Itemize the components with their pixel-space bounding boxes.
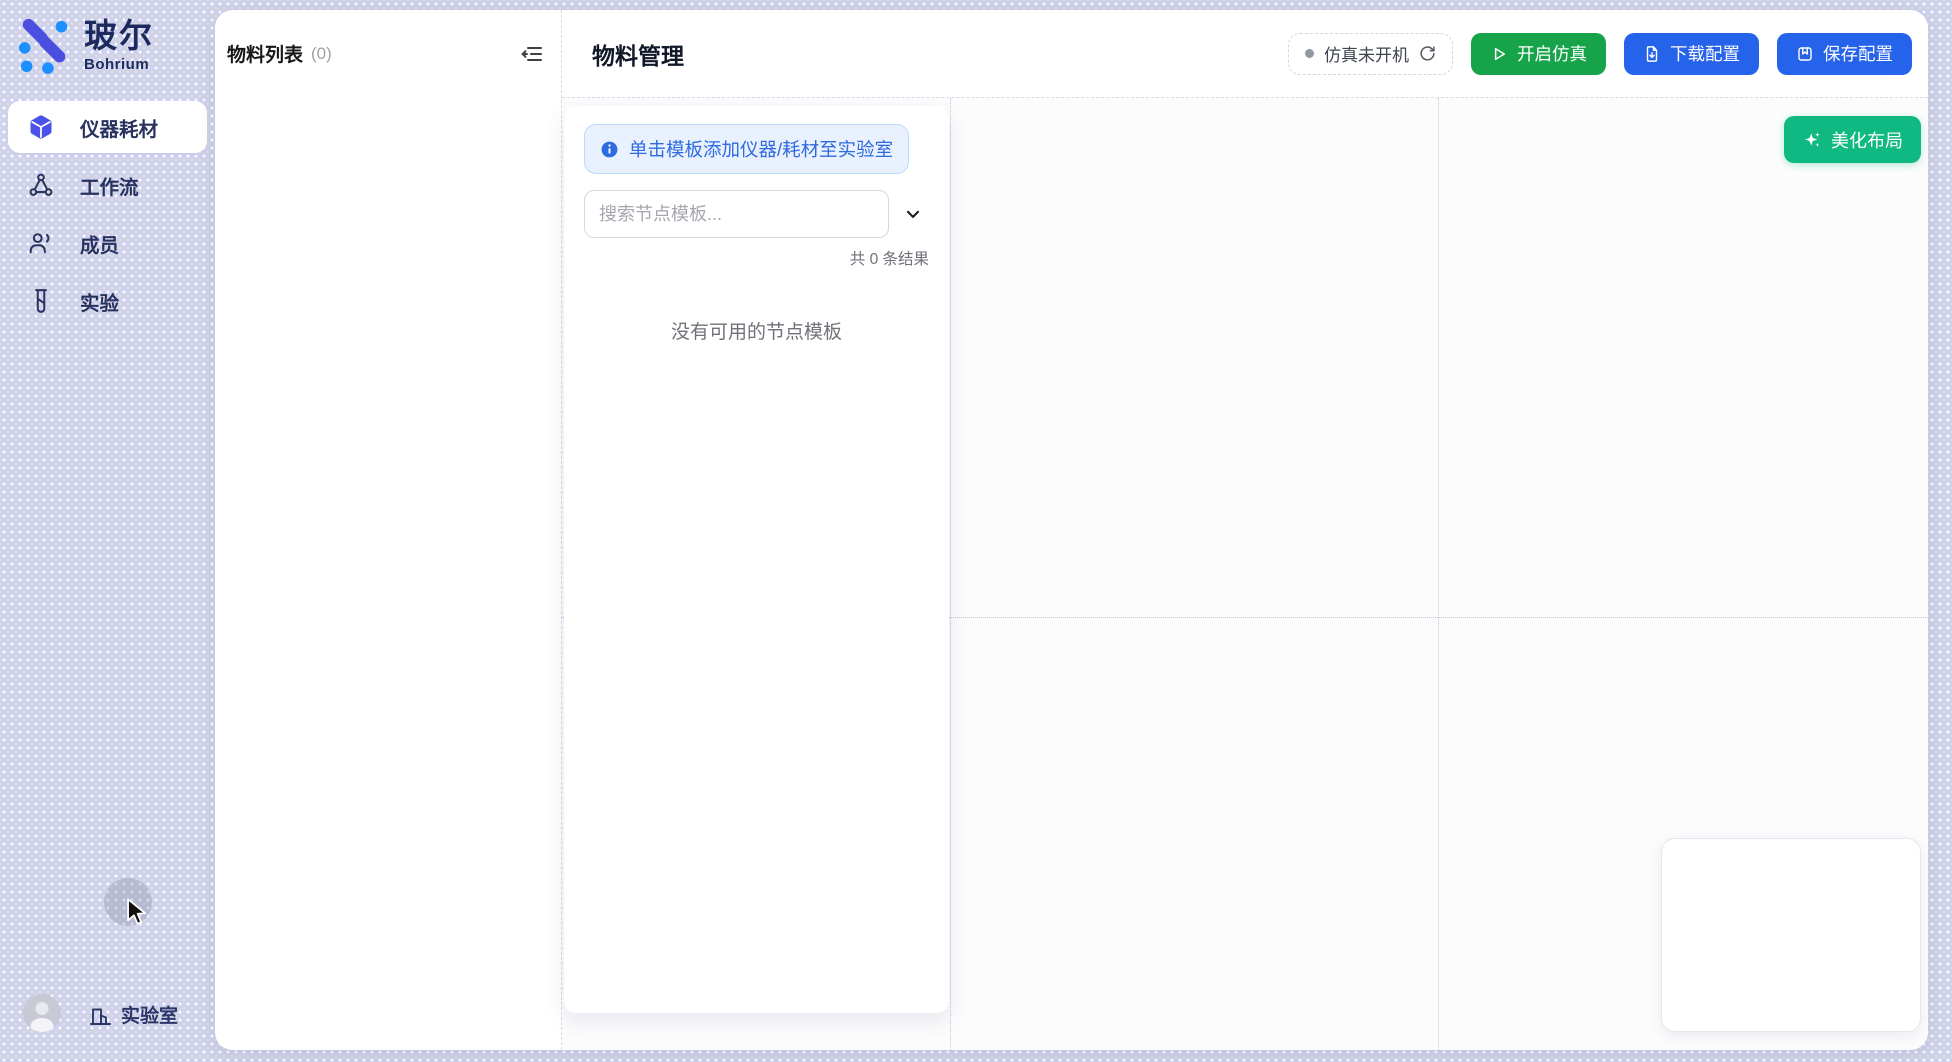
- play-icon: [1490, 45, 1508, 63]
- panel-collapse-button[interactable]: [517, 39, 547, 69]
- save-config-label: 保存配置: [1823, 41, 1893, 66]
- start-simulation-button[interactable]: 开启仿真: [1471, 33, 1606, 75]
- main-area: 物料管理 仿真未开机 开启仿真: [562, 10, 1928, 1050]
- sidebar-footer: 实验室: [0, 992, 215, 1040]
- simulation-status-pill[interactable]: 仿真未开机: [1288, 33, 1453, 75]
- template-result-count: 共 0 条结果: [584, 247, 929, 269]
- workspace-label: 实验室: [121, 1001, 178, 1028]
- template-search-row: [584, 190, 929, 238]
- brand-name-zh: 玻尔: [84, 19, 154, 52]
- save-config-button[interactable]: 保存配置: [1777, 33, 1912, 75]
- bohrium-logo-icon: [16, 16, 74, 74]
- sidebar-item-members[interactable]: 成员: [8, 217, 207, 269]
- main-header: 物料管理 仿真未开机 开启仿真: [562, 10, 1928, 97]
- sidebar-item-label: 实验: [80, 287, 119, 316]
- sidebar-item-experiments[interactable]: 实验: [8, 275, 207, 327]
- material-list-header: 物料列表 (0): [215, 10, 561, 97]
- canvas-gridline: [1438, 98, 1439, 1050]
- panel-collapse-icon: [520, 42, 544, 66]
- page-title: 物料管理: [592, 37, 684, 71]
- info-icon: [600, 140, 619, 159]
- cube-icon: [28, 114, 54, 140]
- download-config-label: 下载配置: [1670, 41, 1740, 66]
- material-list-count: (0): [311, 44, 332, 64]
- file-download-icon: [1643, 45, 1661, 63]
- workspace-switcher[interactable]: 实验室: [88, 1001, 178, 1028]
- status-dot: [1305, 49, 1314, 58]
- canvas-minimap[interactable]: [1661, 838, 1921, 1032]
- status-label: 仿真未开机: [1324, 41, 1409, 66]
- sidebar-item-label: 仪器耗材: [80, 113, 158, 142]
- refresh-icon[interactable]: [1419, 45, 1436, 62]
- lab-canvas[interactable]: 单击模板添加仪器/耗材至实验室 共 0 条结果 没有可用的节点模板: [562, 97, 1928, 1050]
- sidebar-item-workflow[interactable]: 工作流: [8, 159, 207, 211]
- save-icon: [1796, 45, 1814, 63]
- avatar-placeholder-icon: [23, 994, 61, 1032]
- brand-name-en: Bohrium: [84, 57, 154, 72]
- start-simulation-label: 开启仿真: [1517, 41, 1587, 66]
- template-empty-text: 没有可用的节点模板: [584, 317, 929, 344]
- brand-logo: 玻尔 Bohrium: [0, 0, 215, 74]
- sidebar-item-label: 成员: [80, 229, 119, 258]
- template-hint-banner: 单击模板添加仪器/耗材至实验室: [584, 124, 909, 174]
- workflow-icon: [28, 172, 54, 198]
- building-icon: [88, 1003, 112, 1027]
- sidebar-item-label: 工作流: [80, 171, 139, 200]
- sparkles-icon: [1802, 130, 1822, 150]
- sidebar-nav: 仪器耗材 工作流 成员 实验: [0, 101, 215, 327]
- template-hint-text: 单击模板添加仪器/耗材至实验室: [629, 136, 893, 162]
- sidebar-item-instruments[interactable]: 仪器耗材: [8, 101, 207, 153]
- template-search-input[interactable]: [584, 190, 889, 238]
- material-list-panel: 物料列表 (0): [215, 10, 562, 1050]
- beautify-layout-button[interactable]: 美化布局: [1784, 116, 1921, 163]
- node-template-panel: 单击模板添加仪器/耗材至实验室 共 0 条结果 没有可用的节点模板: [564, 106, 949, 1013]
- template-expand-button[interactable]: [897, 198, 929, 230]
- chevron-down-icon: [903, 204, 923, 224]
- main-card: 物料列表 (0) 物料管理 仿真未开机: [215, 10, 1928, 1050]
- download-config-button[interactable]: 下载配置: [1624, 33, 1759, 75]
- sidebar: 玻尔 Bohrium 仪器耗材 工作流: [0, 0, 215, 1062]
- users-icon: [28, 230, 54, 256]
- test-tube-icon: [28, 288, 54, 314]
- canvas-gridline: [950, 98, 951, 1050]
- user-avatar[interactable]: [23, 994, 61, 1032]
- beautify-layout-label: 美化布局: [1831, 127, 1903, 153]
- material-list-title: 物料列表: [227, 40, 303, 67]
